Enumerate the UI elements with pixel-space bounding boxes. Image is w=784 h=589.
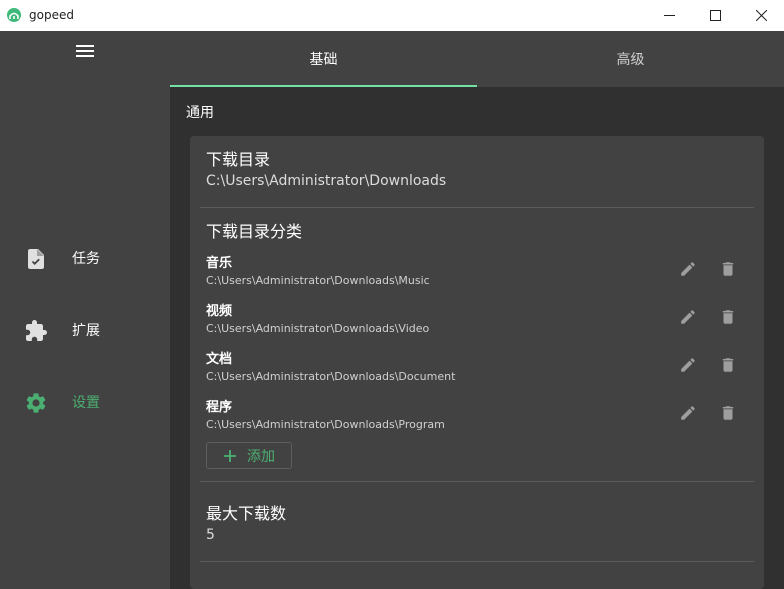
maximize-icon [709, 10, 721, 21]
tab-advanced[interactable]: 高级 [477, 31, 784, 87]
category-path: C:\Users\Administrator\Downloads\Video [206, 322, 430, 335]
delete-category-button[interactable] [716, 353, 740, 377]
trash-icon [722, 262, 734, 276]
category-path: C:\Users\Administrator\Downloads\Documen… [206, 370, 456, 383]
divider [200, 561, 754, 562]
settings-tab-bar: 基础 高级 [170, 31, 784, 87]
delete-category-button[interactable] [716, 305, 740, 329]
pencil-icon [681, 262, 695, 276]
gopeed-logo-icon [7, 8, 21, 22]
trash-icon [722, 358, 734, 372]
max-downloads-value[interactable]: 5 [206, 526, 215, 544]
download-dir-title: 下载目录 [206, 150, 271, 169]
edit-category-button[interactable] [676, 257, 700, 281]
category-name: 程序 [206, 400, 233, 415]
category-item-document: 文档 C:\Users\Administrator\Downloads\Docu… [190, 351, 764, 391]
tab-basic[interactable]: 基础 [170, 31, 477, 87]
category-item-music: 音乐 C:\Users\Administrator\Downloads\Musi… [190, 255, 764, 295]
divider [200, 481, 754, 482]
plus-icon [224, 449, 236, 462]
close-icon [755, 10, 767, 21]
category-name: 视频 [206, 304, 233, 319]
sidebar-item-label: 任务 [72, 251, 100, 267]
puzzle-icon [26, 320, 47, 341]
add-category-label: 添加 [247, 448, 275, 465]
pencil-icon [681, 310, 695, 324]
edit-category-button[interactable] [676, 401, 700, 425]
title-bar: gopeed [0, 0, 784, 31]
close-button[interactable] [738, 0, 784, 31]
task-file-icon [28, 249, 44, 269]
edit-category-button[interactable] [676, 305, 700, 329]
divider [200, 207, 754, 208]
sidebar-item-tasks[interactable]: 任务 [0, 239, 170, 279]
general-settings-card: 下载目录 C:\Users\Administrator\Downloads 下载… [190, 136, 764, 589]
delete-category-button[interactable] [716, 401, 740, 425]
minimize-icon [663, 15, 675, 16]
download-dir-value[interactable]: C:\Users\Administrator\Downloads [206, 172, 446, 190]
trash-icon [722, 310, 734, 324]
section-title-general: 通用 [186, 105, 214, 121]
pencil-icon [681, 358, 695, 372]
sidebar-item-label: 扩展 [72, 323, 100, 339]
category-item-video: 视频 C:\Users\Administrator\Downloads\Vide… [190, 303, 764, 343]
download-categories-title: 下载目录分类 [206, 222, 303, 241]
edit-category-button[interactable] [676, 353, 700, 377]
add-category-button[interactable]: 添加 [206, 442, 292, 469]
trash-icon [722, 406, 734, 420]
sidebar-item-extensions[interactable]: 扩展 [0, 311, 170, 351]
sidebar-item-settings[interactable]: 设置 [0, 383, 170, 423]
menu-toggle-button[interactable] [70, 39, 100, 63]
gear-icon [26, 393, 46, 413]
category-item-program: 程序 C:\Users\Administrator\Downloads\Prog… [190, 399, 764, 439]
hamburger-menu-icon [76, 45, 94, 57]
category-name: 音乐 [206, 256, 233, 271]
category-path: C:\Users\Administrator\Downloads\Program [206, 418, 445, 431]
window-title: gopeed [29, 8, 74, 22]
sidebar: 任务 扩展 设置 [0, 31, 170, 589]
settings-content[interactable]: 通用 下载目录 C:\Users\Administrator\Downloads… [170, 87, 784, 589]
pencil-icon [681, 406, 695, 420]
delete-category-button[interactable] [716, 257, 740, 281]
category-path: C:\Users\Administrator\Downloads\Music [206, 274, 430, 287]
minimize-button[interactable] [646, 0, 692, 31]
sidebar-item-label: 设置 [72, 395, 100, 411]
category-name: 文档 [206, 352, 233, 367]
maximize-button[interactable] [692, 0, 738, 31]
max-downloads-title: 最大下载数 [206, 504, 287, 523]
